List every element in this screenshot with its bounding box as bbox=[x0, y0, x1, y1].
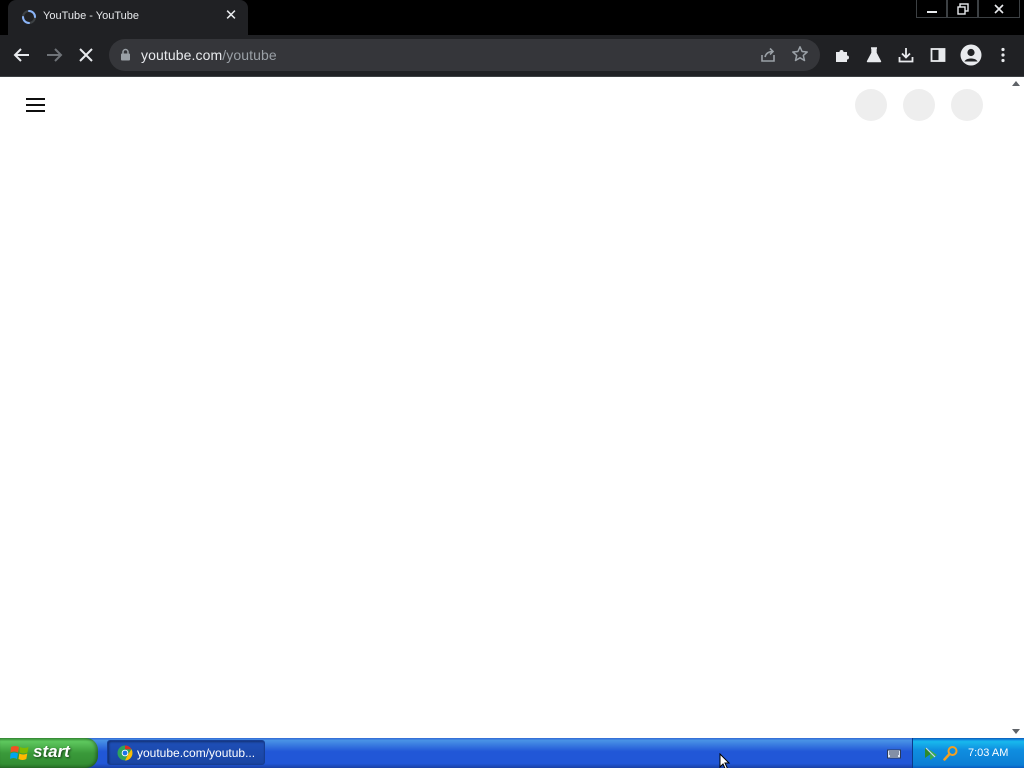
restore-button[interactable] bbox=[947, 0, 978, 18]
lock-icon[interactable] bbox=[120, 48, 131, 66]
skeleton-placeholder bbox=[855, 89, 887, 121]
minimize-icon bbox=[926, 10, 937, 13]
profile-button[interactable] bbox=[959, 43, 983, 67]
taskbar: start youtube.com/youtub... 7:03 AM bbox=[0, 738, 1024, 768]
taskbar-item-label: youtube.com/youtub... bbox=[137, 746, 256, 760]
search-icon[interactable] bbox=[943, 745, 959, 766]
keyboard-icon[interactable] bbox=[887, 747, 901, 765]
back-arrow-icon bbox=[13, 48, 29, 62]
address-bar[interactable]: youtube.com/youtube bbox=[109, 39, 820, 71]
download-icon bbox=[898, 48, 914, 63]
clock: 7:03 AM bbox=[968, 747, 1009, 759]
scroll-down-arrow-icon[interactable] bbox=[1012, 729, 1020, 734]
profile-icon bbox=[960, 44, 982, 66]
share-icon[interactable] bbox=[759, 46, 777, 69]
network-icon[interactable] bbox=[923, 745, 939, 766]
tab-title: YouTube - YouTube bbox=[43, 10, 140, 22]
tab-strip: YouTube - YouTube ✕ bbox=[0, 0, 1024, 35]
labs-flask-icon bbox=[866, 47, 882, 63]
mouse-cursor-icon bbox=[719, 753, 731, 768]
restore-icon bbox=[956, 2, 969, 15]
forward-arrow-icon bbox=[47, 48, 63, 62]
side-panel-icon bbox=[930, 48, 946, 62]
browser-menu-button[interactable] bbox=[993, 45, 1013, 65]
url-host: youtube.com bbox=[141, 47, 223, 63]
close-icon bbox=[994, 3, 1004, 14]
skeleton-placeholder bbox=[951, 89, 983, 121]
forward-button[interactable] bbox=[44, 45, 64, 65]
page-content bbox=[0, 77, 1024, 738]
browser-window: YouTube - YouTube ✕ youtube.com/youtube bbox=[0, 0, 1024, 738]
taskbar-item-browser[interactable]: youtube.com/youtub... bbox=[107, 740, 265, 765]
extensions-icon bbox=[836, 50, 849, 62]
window-close-button[interactable] bbox=[978, 0, 1020, 18]
start-label: start bbox=[33, 742, 70, 761]
back-button[interactable] bbox=[12, 45, 32, 65]
loading-spinner-icon bbox=[21, 9, 37, 25]
skeleton-placeholder bbox=[903, 89, 935, 121]
bookmark-star-icon[interactable] bbox=[791, 45, 809, 68]
browser-toolbar: youtube.com/youtube bbox=[0, 35, 1024, 76]
tab-close-button[interactable]: ✕ bbox=[223, 8, 239, 24]
system-tray: 7:03 AM bbox=[912, 738, 1024, 768]
stop-button[interactable] bbox=[76, 45, 96, 65]
window-controls bbox=[916, 0, 1020, 18]
chrome-icon bbox=[117, 745, 133, 761]
hamburger-menu-icon[interactable] bbox=[26, 97, 46, 113]
extensions-button[interactable] bbox=[832, 45, 852, 65]
browser-tab[interactable]: YouTube - YouTube ✕ bbox=[8, 0, 248, 35]
downloads-button[interactable] bbox=[896, 45, 916, 65]
stop-loading-icon bbox=[79, 48, 93, 62]
minimize-button[interactable] bbox=[916, 0, 947, 18]
windows-logo-icon bbox=[10, 744, 30, 762]
url-path: /youtube bbox=[222, 47, 277, 63]
start-button[interactable]: start bbox=[0, 738, 98, 768]
labs-button[interactable] bbox=[864, 45, 884, 65]
scroll-up-arrow-icon[interactable] bbox=[1012, 81, 1020, 86]
side-panel-button[interactable] bbox=[928, 45, 948, 65]
url-text[interactable]: youtube.com/youtube bbox=[141, 47, 277, 63]
kebab-menu-icon bbox=[1001, 47, 1005, 63]
